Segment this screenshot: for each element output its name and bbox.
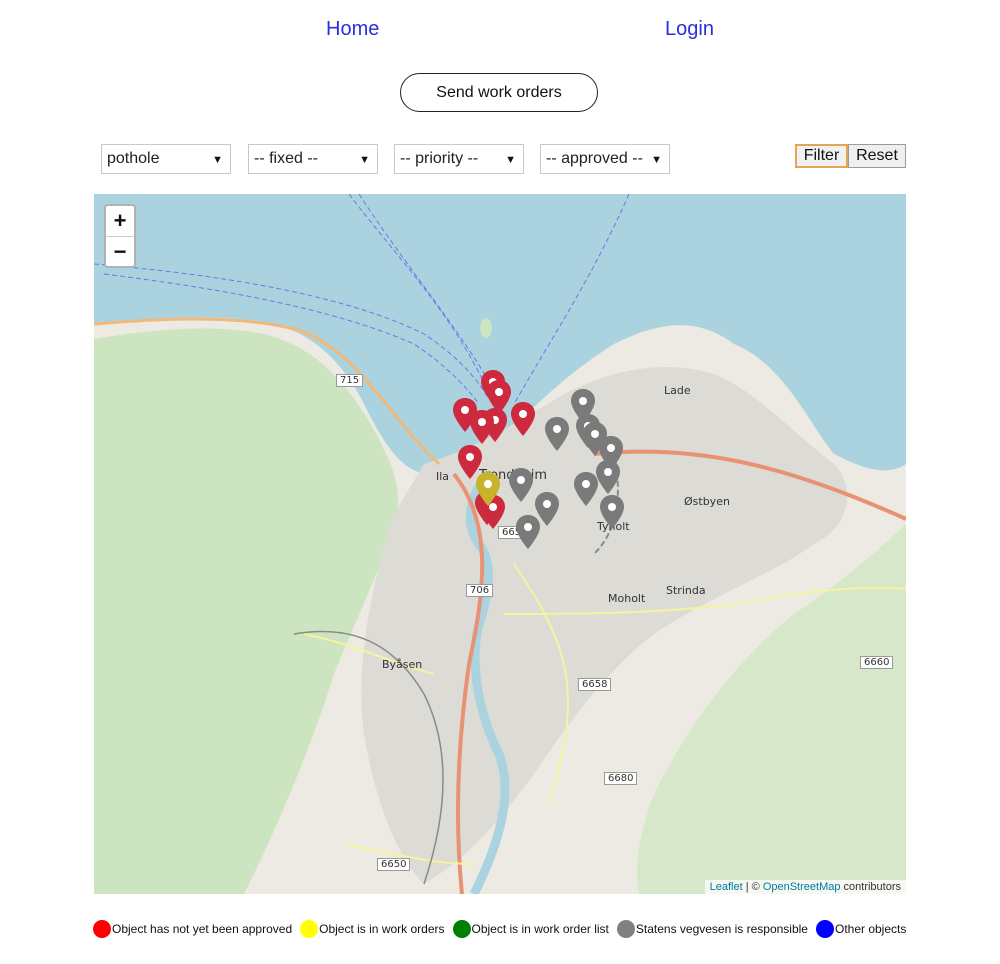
- marker-gray[interactable]: [516, 515, 540, 549]
- gray-dot-icon: [616, 920, 635, 938]
- filter-button[interactable]: Filter: [795, 144, 848, 168]
- red-dot-icon: [93, 920, 111, 938]
- category-select[interactable]: pothole ▼: [101, 144, 231, 174]
- zoom-control: + −: [104, 204, 136, 268]
- legend-label: Object is in work order list: [471, 922, 609, 936]
- fixed-select[interactable]: -- fixed -- ▼: [248, 144, 378, 174]
- send-work-orders-button[interactable]: Send work orders: [400, 73, 598, 112]
- nav-home-link[interactable]: Home: [326, 18, 379, 41]
- legend-item: Other objects: [815, 920, 907, 938]
- legend-item: Statens vegvesen is responsible: [616, 920, 808, 938]
- legend-label: Other objects: [834, 922, 907, 936]
- approved-select[interactable]: -- approved -- ▼: [540, 144, 670, 174]
- yellow-dot-icon: [300, 920, 319, 938]
- marker-red[interactable]: [458, 445, 482, 479]
- marker-gray[interactable]: [574, 472, 598, 506]
- marker-layer: [453, 370, 624, 549]
- blue-dot-icon: [815, 920, 834, 938]
- legend-label: Statens vegvesen is responsible: [635, 922, 808, 936]
- zoom-in-button[interactable]: +: [106, 206, 134, 237]
- legend-item: Object has not yet been approved: [93, 920, 292, 938]
- marker-gray[interactable]: [509, 468, 533, 502]
- chevron-down-icon: ▼: [359, 154, 370, 166]
- green-dot-icon: [452, 920, 471, 938]
- marker-gray[interactable]: [545, 417, 569, 451]
- marker-red[interactable]: [511, 402, 535, 436]
- chevron-down-icon: ▼: [651, 154, 662, 166]
- legend-label: Object is in work orders: [319, 922, 445, 936]
- marker-gray[interactable]: [535, 492, 559, 526]
- marker-gray[interactable]: [596, 460, 620, 494]
- top-nav: Home Login: [0, 18, 1000, 46]
- nav-login-link[interactable]: Login: [665, 18, 714, 41]
- legend-item: Object is in work orders: [300, 920, 445, 938]
- legend: Object has not yet been approved Object …: [93, 919, 914, 939]
- reset-button[interactable]: Reset: [848, 144, 906, 168]
- chevron-down-icon: ▼: [505, 154, 516, 166]
- fixed-select-value: -- fixed --: [254, 150, 318, 167]
- category-select-value: pothole: [107, 150, 160, 167]
- map-attribution: Leaflet | © OpenStreetMap contributors: [704, 880, 906, 894]
- osm-link[interactable]: OpenStreetMap: [763, 881, 841, 893]
- approved-select-value: -- approved --: [546, 150, 643, 167]
- attribution-separator: | ©: [742, 881, 763, 893]
- chevron-down-icon: ▼: [212, 154, 223, 166]
- map[interactable]: Lade Ila Trondheim Østbyen Tyholt Moholt…: [94, 194, 906, 894]
- priority-select[interactable]: -- priority -- ▼: [394, 144, 524, 174]
- zoom-out-button[interactable]: −: [106, 237, 134, 267]
- marker-gray[interactable]: [600, 495, 624, 529]
- attribution-suffix: contributors: [840, 881, 901, 893]
- priority-select-value: -- priority --: [400, 150, 479, 167]
- legend-label: Object has not yet been approved: [112, 922, 293, 936]
- legend-item: Object is in work order list: [452, 920, 609, 938]
- leaflet-link[interactable]: Leaflet: [710, 881, 743, 893]
- marker-red[interactable]: [470, 410, 494, 444]
